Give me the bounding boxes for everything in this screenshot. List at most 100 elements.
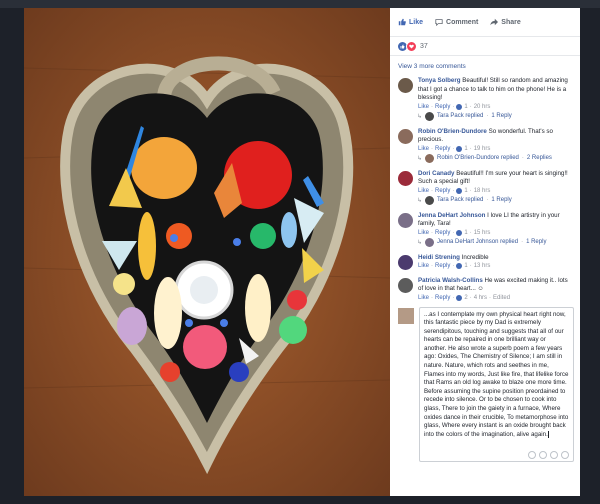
- comment-meta: Like · Reply · 1 · 20 hrs: [418, 103, 491, 110]
- like-count-icon: [456, 103, 463, 110]
- comment-like-link[interactable]: Like: [418, 104, 429, 110]
- replies-summary[interactable]: ↳ Tara Pack replied · 1 Reply: [390, 194, 580, 205]
- sticker-icon[interactable]: [561, 450, 569, 459]
- comment-body: Incredible: [461, 253, 489, 261]
- avatar[interactable]: [398, 277, 413, 293]
- like-count-icon: [456, 263, 463, 269]
- share-button[interactable]: Share: [490, 18, 521, 26]
- reply-author-text: Tara Pack replied: [437, 113, 484, 119]
- reply-separator: ·: [521, 155, 524, 161]
- emoji-icon[interactable]: [528, 450, 536, 459]
- reply-count: 1 Reply: [491, 197, 512, 203]
- comment-item: Patricia Walsh-Collins He was excited ma…: [390, 274, 580, 301]
- reply-arrow-icon: ↳: [417, 197, 423, 204]
- top-strip: [0, 0, 600, 8]
- smile-emoji-icon: ☺: [477, 285, 484, 292]
- composer-tools: [528, 450, 569, 459]
- comment-text: Dori Canady Beautiful!! I'm sure your he…: [418, 170, 574, 187]
- comment-time[interactable]: 20 hrs: [474, 104, 491, 110]
- like-label: Like: [409, 18, 424, 26]
- love-reaction-icon: [406, 40, 417, 52]
- comment-draft-text: ...as I contemplate my own physical hear…: [424, 310, 569, 438]
- comment-like-count: 1: [464, 229, 468, 236]
- commenter-name[interactable]: Jenna DeHart Johnson: [418, 212, 485, 219]
- like-count-icon: [456, 187, 463, 194]
- reply-count: 1 Reply: [491, 113, 512, 119]
- like-count-icon: [456, 145, 463, 152]
- reply-avatar: [425, 237, 435, 247]
- text-caret: [547, 430, 549, 438]
- comment-like-link[interactable]: Like: [418, 188, 429, 194]
- comment-like-link[interactable]: Like: [418, 146, 429, 152]
- comment-item: Robin O'Brien-Dundore So wonderful. That…: [390, 125, 580, 152]
- commenter-name[interactable]: Tonya Solberg: [418, 77, 461, 84]
- comment-input[interactable]: ...as I contemplate my own physical hear…: [419, 306, 574, 462]
- stained-glass-heart-photo: [24, 8, 390, 496]
- avatar[interactable]: [398, 128, 413, 144]
- comment-item: Dori Canady Beautiful!! I'm sure your he…: [390, 167, 580, 194]
- reply-count: 2 Replies: [526, 155, 552, 161]
- comment-time[interactable]: 18 hrs: [474, 188, 491, 194]
- comment-text: Tonya Solberg Beautiful! Still so random…: [418, 77, 574, 103]
- photo-viewer[interactable]: [24, 8, 390, 496]
- comment-like-link[interactable]: Like: [418, 295, 429, 301]
- comment-reply-link[interactable]: Reply: [435, 104, 450, 110]
- reply-count: 1 Reply: [526, 239, 547, 245]
- comment-like-count: 1: [464, 103, 468, 110]
- comment-time[interactable]: 4 hrs: [474, 295, 487, 301]
- reply-avatar: [425, 153, 435, 163]
- avatar[interactable]: [398, 170, 413, 186]
- comment-item: Tonya Solberg Beautiful! Still so random…: [390, 74, 580, 110]
- commenter-name[interactable]: Dori Canady: [418, 170, 454, 177]
- comment-like-count: 1: [464, 263, 468, 269]
- avatar[interactable]: [398, 78, 413, 93]
- gif-icon[interactable]: [550, 450, 558, 459]
- comment-reply-link[interactable]: Reply: [435, 230, 450, 236]
- comment-reply-link[interactable]: Reply: [435, 188, 450, 194]
- comment-like-count: 1: [464, 145, 468, 152]
- avatar[interactable]: [398, 254, 413, 270]
- comment-reply-link[interactable]: Reply: [435, 263, 450, 269]
- reply-author-text: Robin O'Brien-Dundore replied: [437, 155, 519, 161]
- comment-time[interactable]: 15 hrs: [474, 230, 491, 236]
- commenter-name[interactable]: Robin O'Brien-Dundore: [418, 128, 487, 135]
- comment-text: Jenna DeHart Johnson I love LI the artis…: [418, 212, 574, 229]
- reaction-summary[interactable]: 37: [390, 37, 580, 56]
- commenter-name[interactable]: Heidi Strening: [418, 254, 460, 261]
- reply-separator: ·: [486, 113, 489, 119]
- avatar[interactable]: [398, 212, 413, 228]
- comment-like-link[interactable]: Like: [418, 263, 429, 269]
- comment-reply-link[interactable]: Reply: [435, 146, 450, 152]
- comment-button[interactable]: Comment: [435, 18, 478, 26]
- like-button[interactable]: Like: [398, 18, 423, 26]
- comment-text: Robin O'Brien-Dundore So wonderful. That…: [418, 128, 574, 145]
- view-more-comments-link[interactable]: View 3 more comments: [390, 56, 580, 74]
- comment-meta: Like · Reply · 1 · 18 hrs: [418, 187, 491, 194]
- comment-meta: Like · Reply · 2 · 4 hrs · Edited: [418, 294, 511, 301]
- current-user-avatar: [398, 307, 414, 324]
- comment-time[interactable]: 13 hrs: [474, 263, 491, 269]
- post-actions-bar: Like Comment Share: [390, 8, 580, 37]
- replies-summary[interactable]: ↳ Tara Pack replied · 1 Reply: [390, 110, 580, 121]
- comment-reply-link[interactable]: Reply: [435, 295, 450, 301]
- reply-separator: ·: [521, 239, 524, 245]
- camera-icon[interactable]: [539, 450, 547, 459]
- reply-author-text: Jenna DeHart Johnson replied: [437, 239, 519, 245]
- share-label: Share: [501, 18, 521, 26]
- reply-arrow-icon: ↳: [417, 113, 423, 120]
- replies-summary[interactable]: ↳ Jenna DeHart Johnson replied · 1 Reply: [390, 236, 580, 247]
- replies-summary[interactable]: ↳ Robin O'Brien-Dundore replied · 2 Repl…: [390, 152, 580, 163]
- commenter-name[interactable]: Patricia Walsh-Collins: [418, 277, 483, 284]
- comment-edited-label[interactable]: Edited: [493, 295, 510, 301]
- comments-panel: Like Comment Share 37 View 3 more commen…: [390, 8, 580, 496]
- comment-like-count: 1: [464, 187, 468, 194]
- like-count-icon: [456, 229, 463, 236]
- reply-separator: ·: [486, 197, 489, 203]
- comment-text: Heidi Strening Incredible: [418, 254, 574, 263]
- comment-time[interactable]: 19 hrs: [474, 146, 491, 152]
- comment-like-count: 2: [464, 294, 468, 301]
- like-icon: [398, 18, 406, 26]
- comment-like-link[interactable]: Like: [418, 230, 429, 236]
- comment-text: Patricia Walsh-Collins He was excited ma…: [418, 277, 574, 294]
- reply-arrow-icon: ↳: [417, 239, 423, 246]
